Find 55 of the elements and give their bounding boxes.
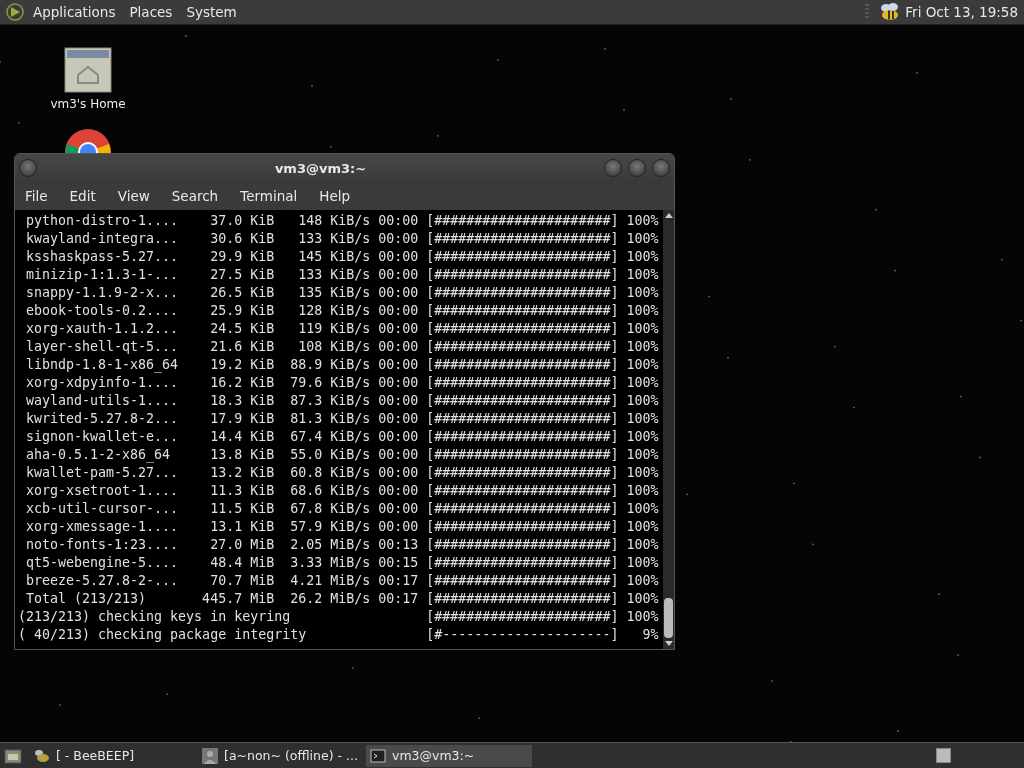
- menu-item[interactable]: Search: [165, 188, 229, 204]
- output-line: xorg-xsetroot-1.... 11.3 KiB 68.6 KiB/s 00:00 [######################] 100%: [25, 482, 660, 500]
- output-line: ebook-tools-0.2.... 25.9 KiB 128 KiB/s 00:00 [######################] 100%: [25, 302, 660, 320]
- output-line: wayland-utils-1.... 18.3 KiB 87.3 KiB/s 00:00 [######################] 100%: [25, 392, 660, 410]
- grip-icon: [865, 4, 870, 20]
- output-line: aha-0.5.1-2-x86_64 13.8 KiB 55.0 KiB/s 00:00 [######################] 100%: [25, 446, 660, 464]
- panel-menu[interactable]: System: [186, 4, 237, 20]
- scroll-thumb[interactable]: [664, 598, 673, 638]
- maximize-button[interactable]: [628, 159, 646, 177]
- output-line: qt5-webengine-5.... 48.4 MiB 3.33 MiB/s 00:15 [######################] 100%: [25, 554, 660, 572]
- output-line: snappy-1.1.9-2-x... 26.5 KiB 135 KiB/s 00:00 [######################] 100%: [25, 284, 660, 302]
- output-line: kwayland-integra... 30.6 KiB 133 KiB/s 00:00 [######################] 100%: [25, 230, 660, 248]
- panel-menu[interactable]: Applications: [33, 4, 116, 20]
- taskbar-button[interactable]: [a~non~ (offline) - ...: [198, 744, 364, 767]
- output-line: xcb-util-cursor-... 11.5 KiB 67.8 KiB/s 00:00 [######################] 100%: [25, 500, 660, 518]
- output-line: xorg-xmessage-1.... 13.1 KiB 57.9 KiB/s 00:00 [######################] 100%: [25, 518, 660, 536]
- menu-item[interactable]: File: [19, 188, 58, 204]
- output-line: kwallet-pam-5.27... 13.2 KiB 60.8 KiB/s 00:00 [######################] 100%: [25, 464, 660, 482]
- output-line: kwrited-5.27.8-2... 17.9 KiB 81.3 KiB/s 00:00 [######################] 100%: [25, 410, 660, 428]
- output-line: minizip-1:1.3-1-... 27.5 KiB 133 KiB/s 00:00 [######################] 100%: [25, 266, 660, 284]
- home-folder-icon[interactable]: [64, 47, 112, 93]
- scrollbar[interactable]: [663, 210, 674, 649]
- output-line: xorg-xauth-1.1.2... 24.5 KiB 119 KiB/s 00:00 [######################] 100%: [25, 320, 660, 338]
- scroll-down-icon[interactable]: [664, 641, 673, 646]
- icon-label: vm3's Home: [50, 97, 126, 111]
- menu-item[interactable]: Edit: [63, 188, 106, 204]
- output-line: ksshaskpass-5.27... 29.9 KiB 145 KiB/s 00:00 [######################] 100%: [25, 248, 660, 266]
- output-line: Total (213/213) 445.7 MiB 26.2 MiB/s 00:17 [######################] 100%: [25, 590, 660, 608]
- scroll-up-icon[interactable]: [664, 213, 673, 218]
- panel-menu[interactable]: Places: [129, 4, 173, 20]
- window-title: vm3@vm3:~: [273, 160, 368, 176]
- taskbar-button[interactable]: [ - BeeBEEP]: [30, 744, 196, 767]
- output-line: noto-fonts-1:23.... 27.0 MiB 2.05 MiB/s 00:13 [######################] 100%: [25, 536, 660, 554]
- output-line: signon-kwallet-e... 14.4 KiB 67.4 KiB/s 00:00 [######################] 100%: [25, 428, 660, 446]
- person-icon: [202, 747, 218, 764]
- output-line: ( 40/213) checking package integrity [#---------------------] 9%: [18, 626, 660, 644]
- output-line: python-distro-1.... 37.0 KiB 148 KiB/s 00:00 [######################] 100%: [25, 212, 660, 230]
- close-button[interactable]: [652, 159, 670, 177]
- menu-item[interactable]: Terminal: [234, 188, 308, 204]
- workspace-switcher[interactable]: [936, 748, 951, 763]
- output-line: xorg-xdpyinfo-1.... 16.2 KiB 79.6 KiB/s 00:00 [######################] 100%: [25, 374, 660, 392]
- menu-item[interactable]: View: [111, 188, 160, 204]
- output-line: libndp-1.8-1-x86_64 19.2 KiB 88.9 KiB/s 00:00 [######################] 100%: [25, 356, 660, 374]
- minimize-button[interactable]: [604, 159, 622, 177]
- output-line: breeze-5.27.8-2-... 70.7 MiB 4.21 MiB/s 00:17 [######################] 100%: [25, 572, 660, 590]
- menu-item[interactable]: Help: [313, 188, 361, 204]
- clock[interactable]: Fri Oct 13, 19:58: [905, 4, 1018, 20]
- output-line: (213/213) checking keys in keyring [######################] 100%: [18, 608, 660, 626]
- show-desktop-icon[interactable]: [4, 747, 22, 764]
- output-line: layer-shell-qt-5... 21.6 KiB 108 KiB/s 00:00 [######################] 100%: [25, 338, 660, 356]
- bee-icon: [34, 747, 50, 764]
- taskbar-button[interactable]: vm3@vm3:~: [366, 744, 532, 767]
- terminal-icon: [370, 747, 386, 764]
- window-menu-button[interactable]: [19, 159, 37, 177]
- play-logo-icon[interactable]: [5, 2, 25, 22]
